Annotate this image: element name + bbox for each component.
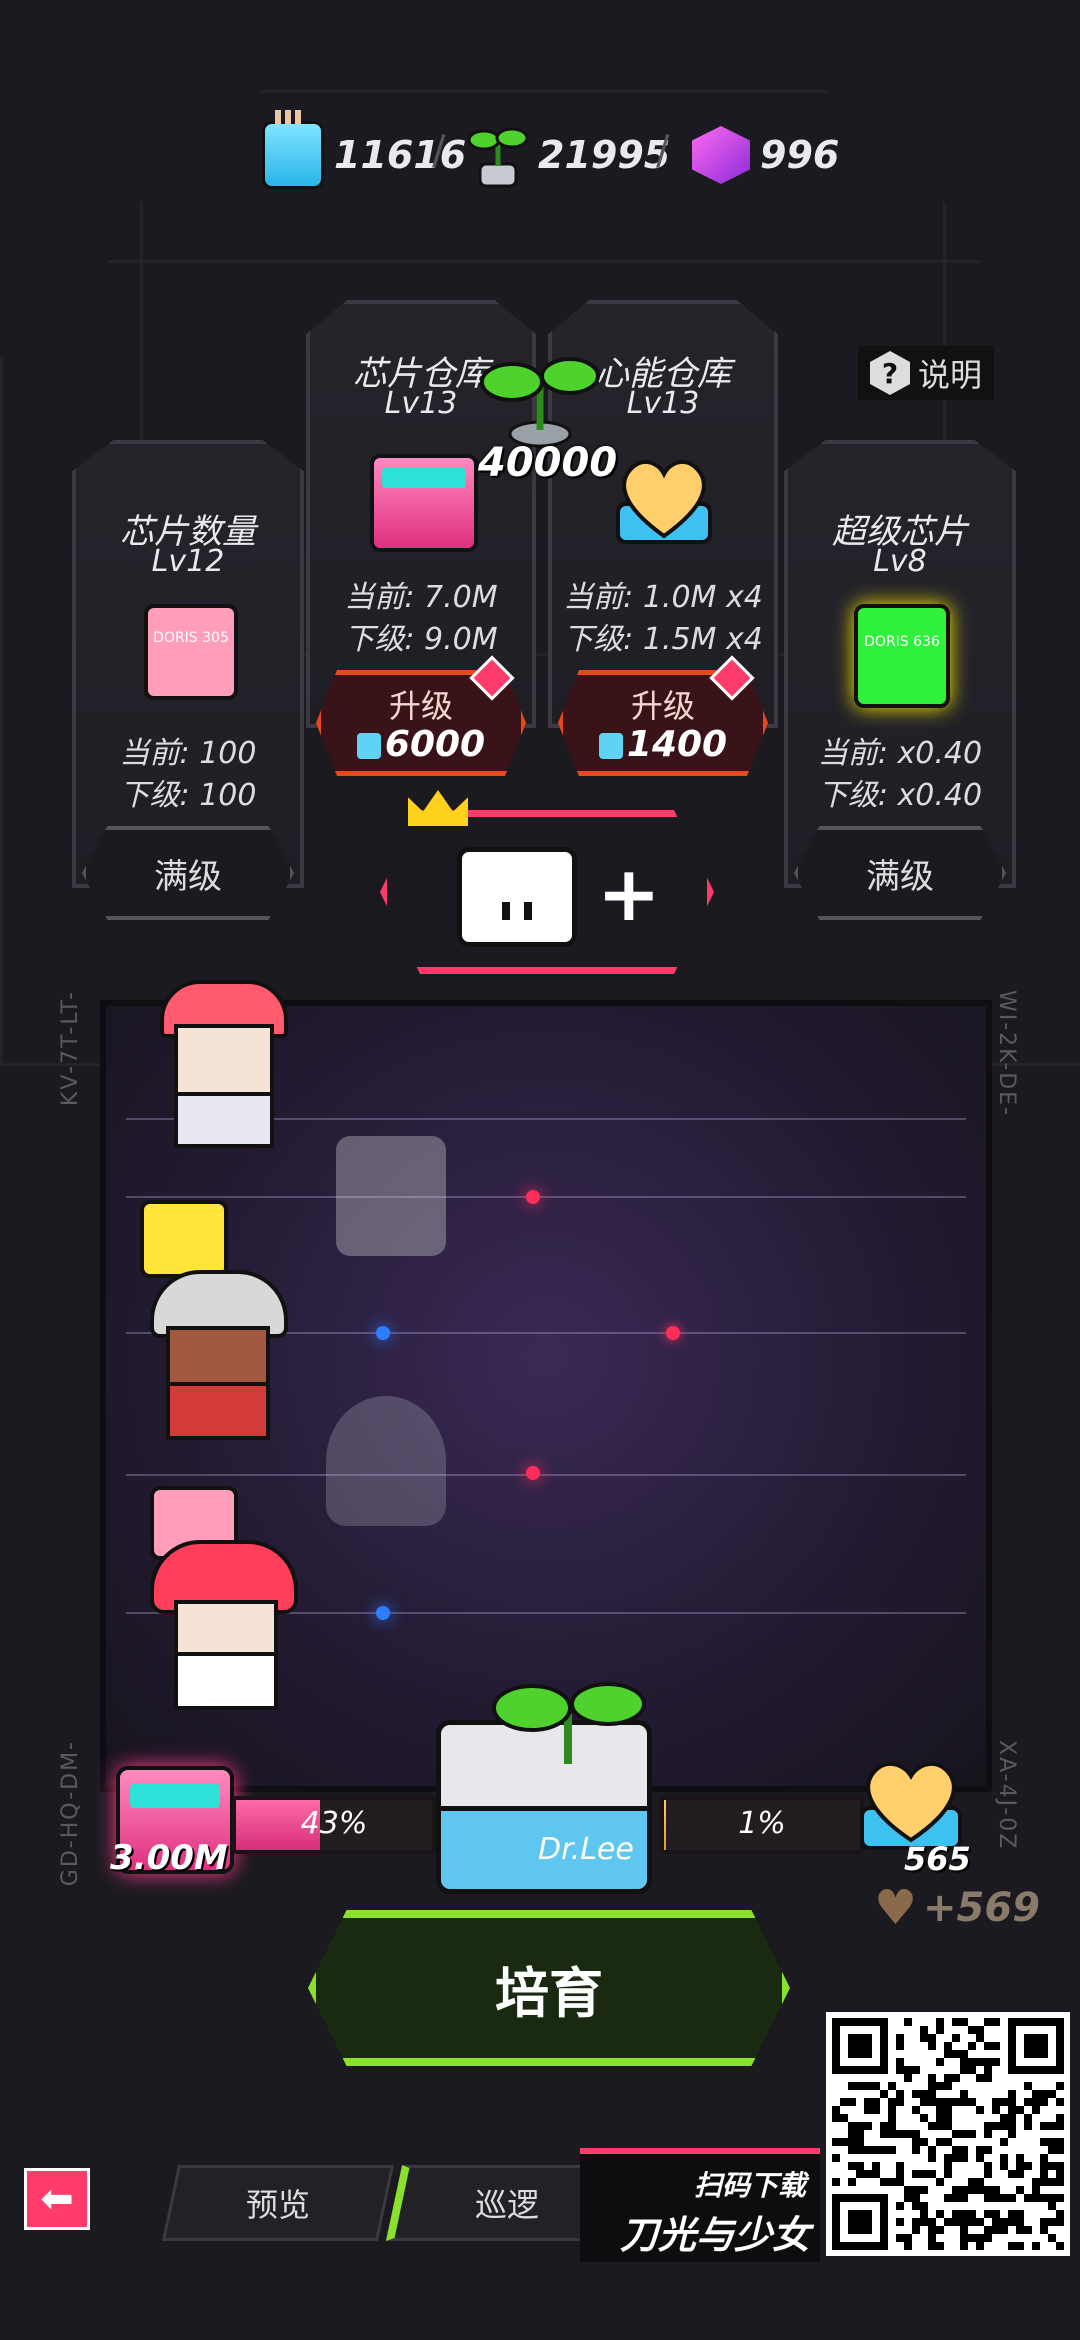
- chip-drop: [140, 1200, 228, 1278]
- green-chip-icon: DORIS 636: [854, 604, 950, 708]
- sprout-icon: [492, 1682, 646, 1764]
- separator: /: [656, 128, 670, 174]
- heart-gain: ♥ +569: [874, 1880, 1041, 1936]
- character-red-hat[interactable]: [160, 980, 288, 1150]
- pink-chip-icon: DORIS 305: [144, 604, 238, 700]
- red-light: [526, 1466, 540, 1480]
- sprout-icon: [468, 127, 528, 188]
- red-light: [666, 1326, 680, 1340]
- ghost-character: [336, 1136, 446, 1256]
- super-chip-panel: 超级芯片 Lv8 DORIS 636 当前: x0.40 下级: x0.40: [784, 440, 1016, 888]
- sprout-count: 21995: [538, 133, 671, 177]
- question-icon: ?: [870, 351, 910, 395]
- machine-label: Dr.Lee: [538, 1832, 634, 1867]
- gem-icon: [692, 126, 750, 184]
- ghost-character: [326, 1396, 446, 1526]
- add-character-button[interactable]: +: [380, 810, 714, 974]
- chip-icon: [598, 733, 623, 759]
- next-value: 下级: 100: [119, 778, 257, 813]
- heart-progress-bar: 1%: [660, 1796, 864, 1854]
- chip-progress-bar: 43%: [232, 1796, 436, 1854]
- next-value: 下级: 9.0M: [344, 622, 498, 657]
- next-value: 下级: 1.5M x4: [563, 622, 763, 657]
- promo-game: 刀光与少女: [619, 2213, 810, 2257]
- back-arrow-icon[interactable]: ⬅: [24, 2168, 90, 2230]
- red-light: [526, 1190, 540, 1204]
- current-value: 当前: 1.0M x4: [563, 580, 763, 615]
- chip-count: 11616: [334, 133, 467, 177]
- promo-scan: 扫码下载: [693, 2169, 806, 2202]
- tab-preview[interactable]: 预览: [161, 2165, 395, 2241]
- upgrade-cost: 6000: [321, 724, 521, 765]
- arena-code: WI-2K-DE-: [994, 990, 1019, 1118]
- panel-level: Lv8: [873, 544, 927, 579]
- arena-code: GD-HQ-DM-: [58, 1740, 83, 1887]
- character-red-hair[interactable]: [150, 1540, 298, 1710]
- chip-count-max-button[interactable]: 满级: [82, 826, 294, 920]
- blue-light: [376, 1606, 390, 1620]
- sprout-currency: 21995: [468, 120, 670, 190]
- qr-code: [826, 2012, 1070, 2256]
- current-value: 当前: 7.0M: [344, 580, 498, 615]
- chip-count-panel: 芯片数量 Lv12 DORIS 305 当前: 100 下级: 100: [72, 440, 304, 888]
- panel-level: Lv12: [151, 544, 225, 579]
- separator: /: [432, 128, 446, 174]
- heart-storage-icon: [616, 459, 712, 544]
- heart-small-icon: ♥: [874, 1880, 918, 1936]
- chip-icon: [356, 733, 381, 759]
- chip-amount: 3.00M: [110, 1838, 228, 1878]
- heart-amount: 565: [904, 1840, 971, 1878]
- arena-code: KV-7T-LT-: [58, 990, 83, 1107]
- plus-icon: +: [597, 849, 661, 938]
- character-headband[interactable]: [150, 1270, 288, 1440]
- help-button[interactable]: ? 说明: [858, 346, 995, 400]
- arena-code: XA-4J-0Z: [994, 1740, 1019, 1851]
- heart-icon: [860, 1761, 962, 1850]
- character-icon: [457, 847, 577, 947]
- gem-currency: 996: [692, 120, 839, 190]
- next-value: 下级: x0.40: [817, 778, 983, 813]
- gem-count: 996: [760, 133, 840, 177]
- current-value: 当前: x0.40: [817, 736, 983, 771]
- upgrade-cost: 1400: [563, 724, 763, 765]
- current-value: 当前: 100: [119, 736, 257, 771]
- cultivate-button[interactable]: 培育: [308, 1910, 790, 2066]
- promo-banner[interactable]: 扫码下载 刀光与少女: [580, 2148, 820, 2262]
- blue-light: [376, 1326, 390, 1340]
- chip-storage-icon: [370, 454, 478, 552]
- chip-icon: [262, 110, 324, 189]
- super-chip-max-button[interactable]: 满级: [794, 826, 1006, 920]
- center-cost: 40000: [478, 440, 618, 486]
- help-label: 说明: [918, 356, 983, 394]
- sprout-icon: [480, 357, 600, 448]
